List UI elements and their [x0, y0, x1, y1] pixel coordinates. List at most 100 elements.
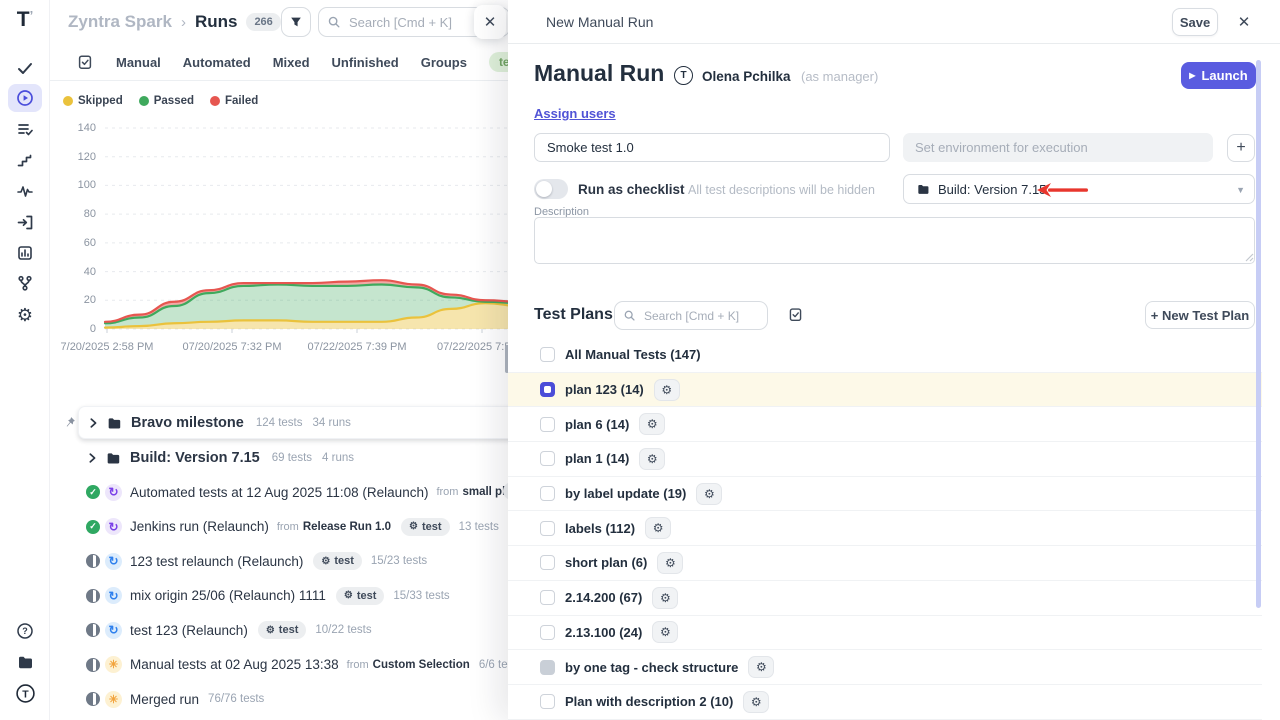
tab-unfinished[interactable]: Unfinished [332, 55, 399, 70]
test-plan-checkbox[interactable] [540, 660, 555, 675]
from-value[interactable]: Custom Selection [373, 659, 470, 671]
gear-button[interactable]: ⚙ [639, 413, 665, 435]
gear-button[interactable]: ⚙ [652, 621, 678, 643]
runs-page: Zyntra Spark › Runs 266 ✕ ManualAutomate… [50, 0, 508, 720]
run-row[interactable]: ✳Manual tests at 02 Aug 2025 13:38fromCu… [78, 648, 508, 681]
tag-chip[interactable]: ⚙test [313, 552, 362, 570]
run-row[interactable]: ↻mix origin 25/06 (Relaunch) 1111⚙test15… [78, 579, 508, 612]
test-plan-row[interactable]: All Manual Tests (147) [508, 338, 1262, 373]
assign-users-link[interactable]: Assign users [534, 106, 616, 121]
filter-button[interactable] [281, 7, 311, 37]
chevron-right-icon[interactable] [86, 452, 98, 464]
folder-label: Build: Version 7.15 [130, 450, 260, 466]
add-environment-button[interactable]: + [1227, 134, 1255, 162]
test-plan-checkbox[interactable] [540, 625, 555, 640]
gear-button[interactable]: ⚙ [645, 517, 671, 539]
environment-input[interactable] [903, 133, 1213, 162]
clipboard-check-icon[interactable] [77, 54, 93, 70]
test-plan-row[interactable]: short plan (6)⚙ [508, 546, 1262, 581]
tab-manual[interactable]: Manual [116, 55, 161, 70]
profile-logo-icon[interactable]: T [8, 679, 42, 707]
description-input[interactable] [534, 217, 1255, 264]
run-row[interactable]: ✓↻Automated tests at 12 Aug 2025 11:08 (… [78, 476, 508, 509]
tab-mixed[interactable]: Mixed [273, 55, 310, 70]
list-check-icon[interactable] [8, 115, 42, 143]
steps-icon[interactable] [8, 146, 42, 174]
run-folder-row[interactable]: Bravo milestone124 tests34 runs [78, 406, 528, 439]
tab-groups[interactable]: Groups [421, 55, 467, 70]
test-plan-checkbox[interactable] [540, 555, 555, 570]
app-logo-icon[interactable]: T’ [0, 8, 50, 32]
gear-button[interactable]: ⚙ [652, 587, 678, 609]
chevron-right-icon[interactable] [87, 417, 99, 429]
gear-button[interactable]: ⚙ [639, 448, 665, 470]
test-plans-search[interactable] [614, 301, 768, 330]
build-select-dropdown[interactable]: Build: Version 7.15 ▼ [903, 174, 1255, 204]
run-row[interactable]: ✳Merged run76/76 tests [78, 683, 508, 716]
gear-button[interactable]: ⚙ [654, 379, 680, 401]
new-test-plan-button[interactable]: + New Test Plan [1145, 301, 1255, 329]
check-icon[interactable] [8, 54, 42, 82]
test-plan-row[interactable]: by label update (19)⚙ [508, 477, 1262, 512]
status-in-progress-icon [86, 623, 100, 637]
gear-icon: ⚙ [321, 556, 330, 567]
test-plan-label: Plan with description 2 (10) [565, 694, 733, 709]
tag-chip[interactable]: ⚙test [401, 518, 450, 536]
x-axis-tick: 07/20/2025 7:32 PM [176, 341, 288, 353]
status-passed-icon: ✓ [86, 520, 100, 534]
test-plan-checkbox[interactable] [540, 694, 555, 709]
search-clear-button[interactable]: ✕ [474, 5, 506, 39]
test-plans-search-input[interactable] [642, 308, 752, 324]
project-name[interactable]: Zyntra Spark [68, 12, 172, 32]
test-plan-row[interactable]: labels (112)⚙ [508, 511, 1262, 546]
test-plan-checkbox[interactable] [540, 382, 555, 397]
test-plan-checkbox[interactable] [540, 521, 555, 536]
test-plan-row[interactable]: 2.14.200 (67)⚙ [508, 581, 1262, 616]
manager-avatar[interactable]: T [674, 66, 693, 85]
import-icon[interactable] [8, 208, 42, 236]
report-icon[interactable] [8, 239, 42, 267]
gear-button[interactable]: ⚙ [743, 691, 769, 713]
gear-icon[interactable]: ⚙ [8, 301, 42, 329]
tag-chip[interactable]: ⚙test [336, 587, 385, 605]
test-plan-checkbox[interactable] [540, 417, 555, 432]
run-row[interactable]: ↻test 123 (Relaunch)⚙test10/22 tests [78, 614, 508, 647]
close-icon[interactable]: ✕ [1232, 12, 1256, 32]
relaunch-icon: ↻ [105, 484, 122, 501]
run-name-input[interactable] [534, 133, 890, 162]
tag-chip[interactable]: ⚙test [258, 621, 307, 639]
branch-icon[interactable] [8, 269, 42, 297]
panel-scrollbar-thumb[interactable] [1256, 60, 1261, 608]
run-row[interactable]: ✓↻Jenkins run (Relaunch)fromRelease Run … [78, 510, 508, 543]
activity-icon[interactable] [8, 177, 42, 205]
runs-area-chart [50, 88, 508, 353]
test-plan-row[interactable]: plan 123 (14)⚙ [508, 373, 1262, 408]
status-in-progress-icon [86, 589, 100, 603]
tab-automated[interactable]: Automated [183, 55, 251, 70]
test-plan-checkbox[interactable] [540, 486, 555, 501]
run-as-checklist-toggle[interactable] [534, 179, 568, 199]
test-plan-row[interactable]: Plan with description 2 (10) ⚙ [508, 685, 1262, 720]
gear-button[interactable]: ⚙ [696, 483, 722, 505]
help-icon[interactable]: ? [8, 617, 42, 645]
clipboard-check-icon[interactable] [788, 307, 803, 327]
save-button[interactable]: Save [1172, 8, 1218, 36]
test-plan-row[interactable]: plan 6 (14)⚙ [508, 407, 1262, 442]
resize-handle-icon[interactable] [1245, 253, 1254, 262]
test-plan-row[interactable]: 2.13.100 (24)⚙ [508, 616, 1262, 651]
launch-button[interactable]: ▶ Launch [1181, 62, 1256, 89]
test-plan-checkbox[interactable] [540, 590, 555, 605]
test-plan-checkbox[interactable] [540, 347, 555, 362]
run-play-icon[interactable] [8, 84, 42, 112]
run-row[interactable]: ↻123 test relaunch (Relaunch)⚙test15/23 … [78, 545, 508, 578]
run-folder-row[interactable]: Build: Version 7.1569 tests4 runs [78, 441, 508, 474]
sync-icon: ↻ [105, 587, 122, 604]
gear-button[interactable]: ⚙ [657, 552, 683, 574]
search-input[interactable] [347, 14, 477, 31]
gear-button[interactable]: ⚙ [748, 656, 774, 678]
from-value[interactable]: Release Run 1.0 [303, 521, 391, 533]
test-plan-row[interactable]: by one tag - check structure⚙ [508, 650, 1262, 685]
folder-icon[interactable] [8, 648, 42, 676]
test-plan-row[interactable]: plan 1 (14)⚙ [508, 442, 1262, 477]
test-plan-checkbox[interactable] [540, 451, 555, 466]
